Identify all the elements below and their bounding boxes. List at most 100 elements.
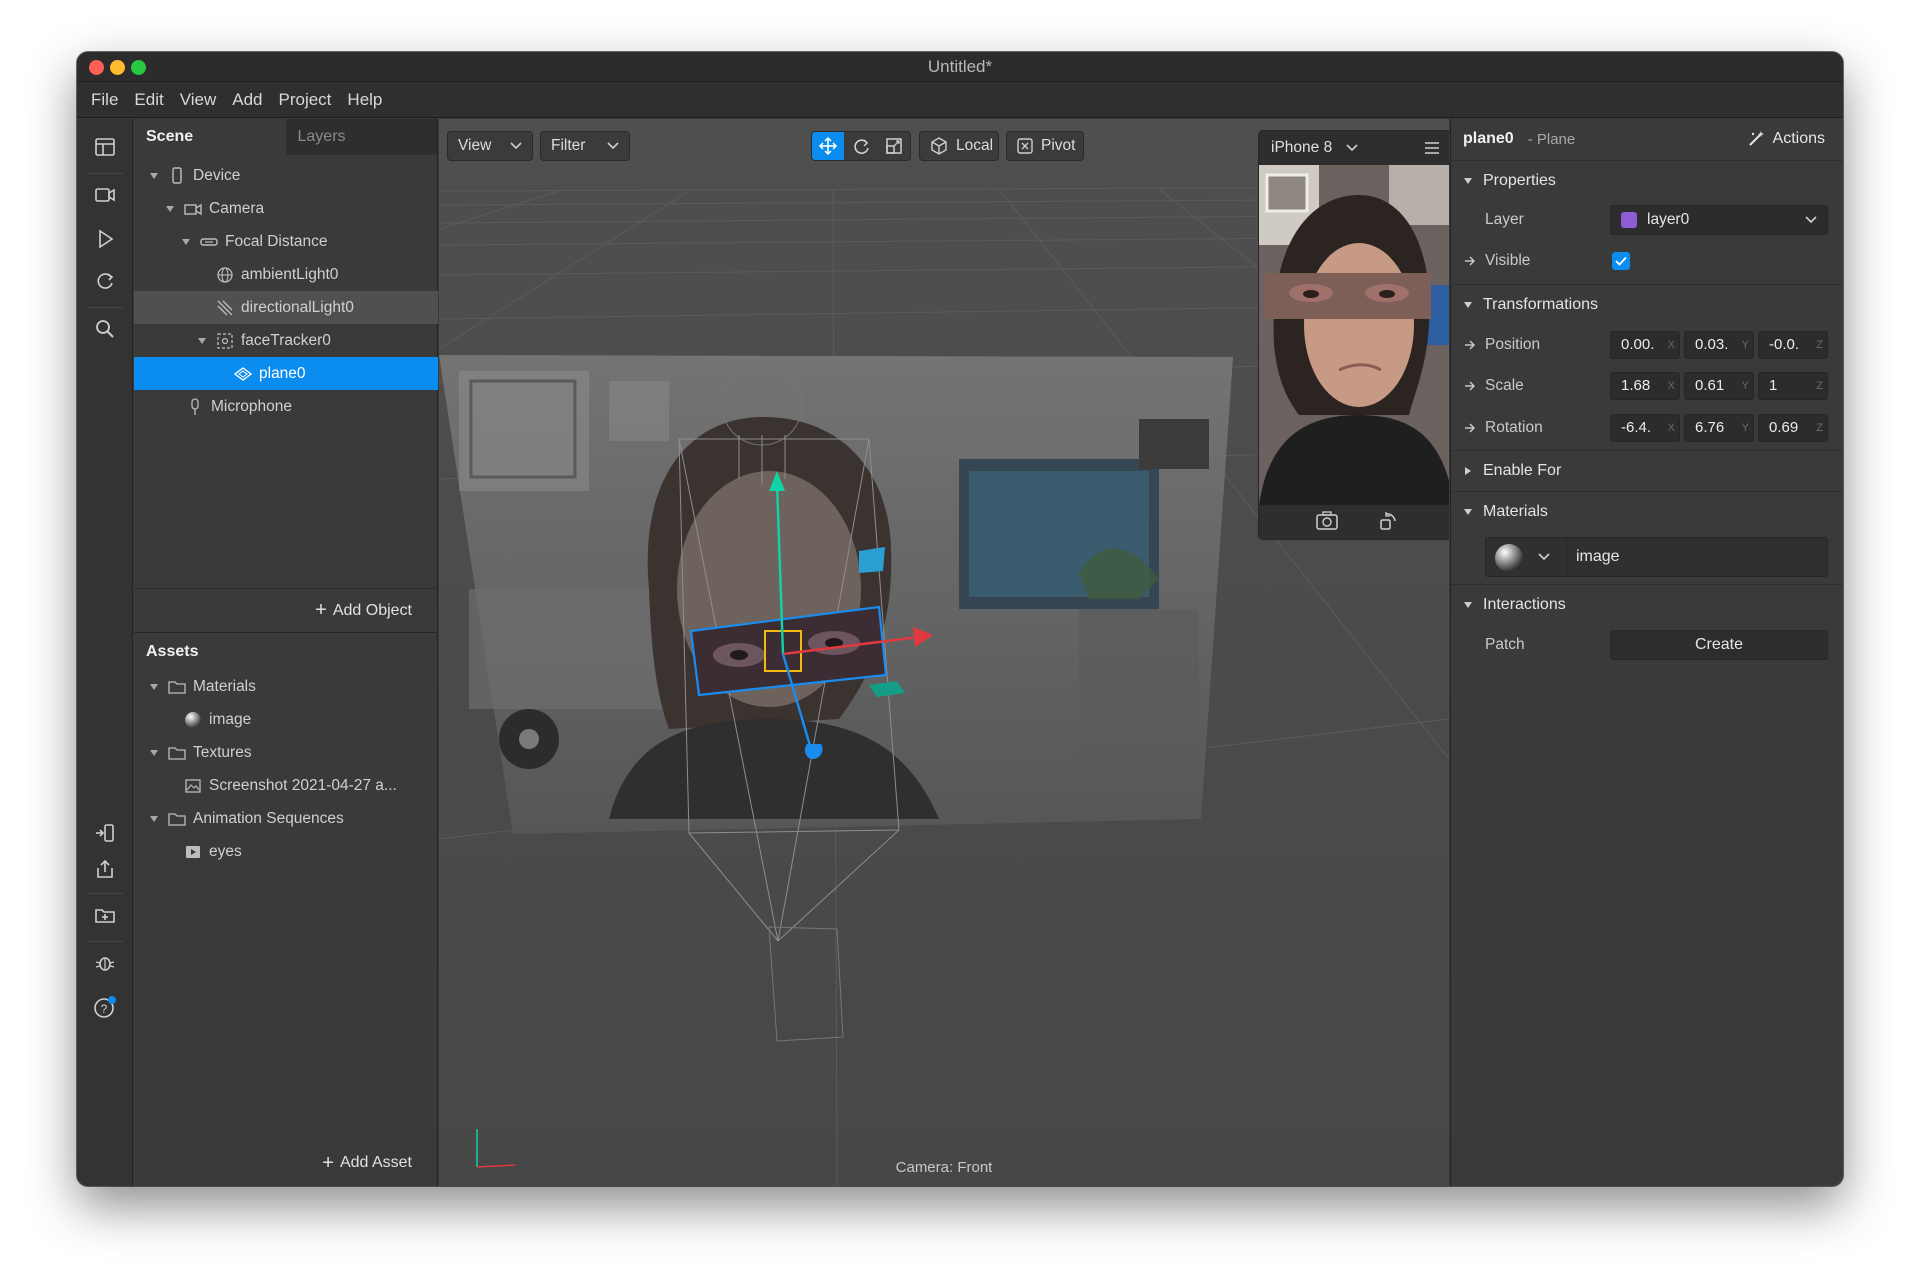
- device-selector[interactable]: iPhone 8: [1259, 131, 1449, 165]
- tree-item-label: ambientLight0: [241, 265, 339, 283]
- section-transformations[interactable]: Transformations: [1451, 284, 1843, 324]
- section-title: Properties: [1483, 171, 1556, 189]
- caret-down-icon[interactable]: [148, 681, 160, 693]
- tree-item-microphone[interactable]: Microphone: [134, 390, 438, 423]
- move-tool-icon[interactable]: [812, 132, 844, 160]
- share-icon[interactable]: [91, 855, 119, 883]
- visible-checkbox[interactable]: [1612, 252, 1630, 270]
- local-space-button[interactable]: Local: [919, 131, 999, 161]
- view-dropdown[interactable]: View: [447, 131, 533, 161]
- tree-item-plane[interactable]: plane0: [134, 357, 438, 390]
- rotate-tool-icon[interactable]: [844, 132, 878, 160]
- add-folder-icon[interactable]: [91, 901, 119, 929]
- svg-text:?: ?: [101, 1002, 108, 1016]
- camera-flip-icon[interactable]: [1315, 511, 1338, 531]
- rotation-label: Rotation: [1485, 419, 1543, 436]
- asset-folder-materials[interactable]: Materials: [134, 670, 438, 703]
- zoom-window-button[interactable]: [131, 60, 146, 75]
- caret-down-icon[interactable]: [148, 747, 160, 759]
- filter-label: Filter: [551, 137, 586, 154]
- chevron-down-icon: [1805, 216, 1817, 224]
- layer-dropdown[interactable]: layer0: [1610, 205, 1828, 235]
- menu-file[interactable]: File: [91, 90, 118, 110]
- position-y-field[interactable]: 0.03. Y: [1684, 331, 1754, 359]
- section-title: Transformations: [1483, 295, 1598, 313]
- object-type: - Plane: [1527, 130, 1576, 148]
- minimize-window-button[interactable]: [110, 60, 125, 75]
- help-icon[interactable]: ?: [91, 993, 119, 1021]
- rotate-device-icon[interactable]: [1378, 511, 1398, 531]
- add-asset-button[interactable]: + Add Asset: [134, 1141, 438, 1185]
- section-materials[interactable]: Materials: [1451, 491, 1843, 531]
- bug-icon[interactable]: [91, 949, 119, 977]
- hamburger-menu-icon[interactable]: [1424, 141, 1440, 155]
- asset-texture-screenshot[interactable]: Screenshot 2021-04-27 a...: [134, 769, 438, 802]
- rotation-y-field[interactable]: 6.76 Y: [1684, 414, 1754, 442]
- tab-scene[interactable]: Scene: [134, 119, 286, 155]
- scale-x-field[interactable]: 1.68 X: [1610, 372, 1680, 400]
- scene-viewport[interactable]: View Filter Local Pivot iPhone 8 Camera:…: [439, 119, 1449, 1186]
- section-interactions[interactable]: Interactions: [1451, 584, 1843, 624]
- tab-layers[interactable]: Layers: [286, 119, 438, 155]
- create-patch-button[interactable]: Create: [1610, 630, 1828, 660]
- caret-down-icon[interactable]: [148, 813, 160, 825]
- tree-item-label: Camera: [209, 199, 265, 217]
- add-asset-label: Add Asset: [339, 1154, 412, 1171]
- device-connect-icon[interactable]: [91, 819, 119, 847]
- filter-dropdown[interactable]: Filter: [540, 131, 630, 161]
- asset-label: Animation Sequences: [193, 809, 344, 827]
- asset-material-image[interactable]: image: [134, 703, 438, 736]
- position-z-field[interactable]: -0.0. Z: [1758, 331, 1828, 359]
- caret-down-icon[interactable]: [196, 335, 208, 347]
- asset-folder-textures[interactable]: Textures: [134, 736, 438, 769]
- layout-icon[interactable]: [91, 133, 119, 161]
- caret-down-icon[interactable]: [180, 236, 192, 248]
- tree-item-face-tracker[interactable]: faceTracker0: [134, 324, 438, 357]
- video-icon[interactable]: [91, 181, 119, 209]
- rotation-x-field[interactable]: -6.4. X: [1610, 414, 1680, 442]
- menu-add[interactable]: Add: [232, 90, 262, 110]
- add-object-button[interactable]: + Add Object: [134, 588, 438, 632]
- menu-project[interactable]: Project: [279, 90, 332, 110]
- asset-animation-eyes[interactable]: eyes: [134, 835, 438, 868]
- tree-item-device[interactable]: Device: [134, 159, 438, 192]
- scale-tool-icon[interactable]: [878, 132, 910, 160]
- actions-button[interactable]: Actions: [1747, 130, 1825, 148]
- tree-item-camera[interactable]: Camera: [134, 192, 438, 225]
- tree-item-label: Device: [193, 166, 241, 184]
- search-icon[interactable]: [91, 315, 119, 343]
- chevron-down-icon[interactable]: [1538, 553, 1550, 561]
- local-label: Local: [956, 137, 994, 154]
- asset-label: eyes: [209, 842, 242, 860]
- microphone-icon: [186, 397, 204, 416]
- menu-edit[interactable]: Edit: [134, 90, 163, 110]
- caret-down-icon[interactable]: [148, 170, 160, 182]
- device-preview: iPhone 8: [1258, 130, 1449, 540]
- connect-arrow-icon[interactable]: [1463, 421, 1477, 435]
- play-icon[interactable]: [91, 225, 119, 253]
- add-object-label: Add Object: [332, 601, 412, 619]
- menu-help[interactable]: Help: [347, 90, 382, 110]
- pivot-button[interactable]: Pivot: [1006, 131, 1084, 161]
- menu-view[interactable]: View: [180, 90, 217, 110]
- caret-down-icon[interactable]: [164, 203, 176, 215]
- section-enable-for[interactable]: Enable For: [1451, 450, 1843, 490]
- scale-y-field[interactable]: 0.61 Y: [1684, 372, 1754, 400]
- connect-arrow-icon[interactable]: [1463, 254, 1477, 268]
- directional-light-icon: [216, 299, 234, 317]
- tree-item-ambient-light[interactable]: ambientLight0: [134, 258, 438, 291]
- rotation-z-field[interactable]: 0.69 Z: [1758, 414, 1828, 442]
- transform-mode-group: [811, 131, 911, 161]
- position-x-field[interactable]: 0.00. X: [1610, 331, 1680, 359]
- assets-panel: Assets Materials image Textures Screensh…: [134, 632, 438, 1186]
- section-properties[interactable]: Properties: [1451, 160, 1843, 200]
- tree-item-focal-distance[interactable]: Focal Distance: [134, 225, 438, 258]
- tree-item-directional-light[interactable]: directionalLight0: [134, 291, 438, 324]
- connect-arrow-icon[interactable]: [1463, 379, 1477, 393]
- asset-folder-animation-sequences[interactable]: Animation Sequences: [134, 802, 438, 835]
- connect-arrow-icon[interactable]: [1463, 338, 1477, 352]
- close-window-button[interactable]: [89, 60, 104, 75]
- refresh-icon[interactable]: [91, 267, 119, 295]
- material-slot[interactable]: image: [1485, 537, 1828, 577]
- scale-z-field[interactable]: 1Z: [1758, 372, 1828, 400]
